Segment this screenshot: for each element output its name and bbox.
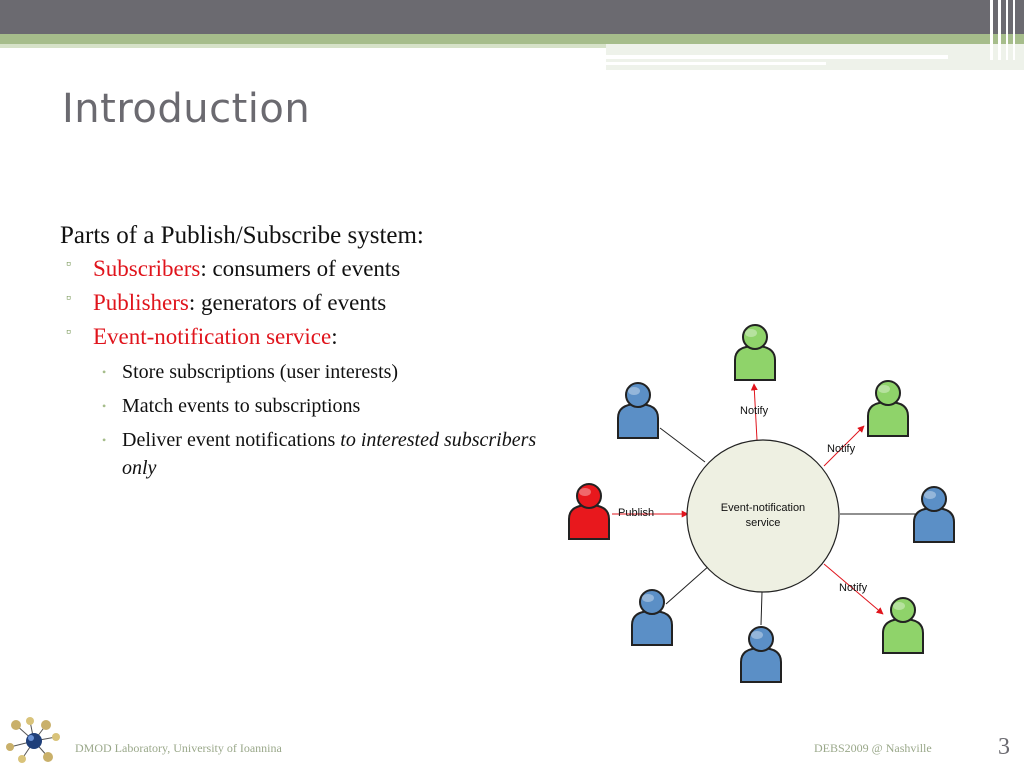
notify-label: Notify — [827, 443, 856, 455]
service-label-line2: service — [746, 517, 781, 529]
footer-event: DEBS2009 @ Nashville — [814, 741, 932, 755]
bullet-subscribers: Subscribers: consumers of events — [66, 256, 540, 282]
slide-body: Parts of a Publish/Subscribe system: Sub… — [60, 222, 540, 488]
bullet-term: Subscribers — [93, 256, 201, 281]
bullet-term: Publishers — [93, 290, 189, 315]
slide-title: Introduction — [62, 86, 311, 132]
notified-subscriber-icon — [734, 324, 776, 381]
header-decoration-bar — [998, 0, 1001, 60]
dmod-logo-icon — [6, 717, 60, 763]
sub-bullet-text: Deliver event notifications — [122, 429, 341, 451]
notify-label: Notify — [740, 405, 769, 417]
header-bar — [0, 0, 1024, 34]
bullet-publishers: Publishers: generators of events — [66, 290, 540, 316]
footer-lab: DMOD Laboratory, University of Ioannina — [75, 741, 282, 755]
subscriber-icon — [740, 626, 782, 683]
bullet-text: : — [331, 324, 338, 349]
subscriber-icon — [617, 382, 659, 439]
event-service-node — [686, 439, 840, 593]
header-decoration-bar — [1006, 0, 1008, 60]
notified-subscriber-icon — [867, 380, 909, 437]
link-line — [665, 564, 711, 605]
publish-label: Publish — [618, 507, 654, 519]
bullet-term: Event-notification service — [93, 324, 332, 349]
service-label-line1: Event-notification — [721, 502, 805, 514]
sub-bullet-store: Store subscriptions (user interests) — [102, 358, 540, 386]
sub-bullet-deliver: Deliver event notifications to intereste… — [102, 426, 540, 482]
notified-subscriber-icon — [882, 597, 924, 654]
link-line — [659, 427, 706, 463]
header-decoration-bar — [990, 0, 993, 60]
lead-text: Parts of a Publish/Subscribe system: — [60, 222, 424, 249]
header-decoration-bar — [1013, 0, 1015, 60]
sub-bullet-match: Match events to subscriptions — [102, 392, 540, 420]
notify-label: Notify — [839, 582, 868, 594]
header-decoration-line — [606, 62, 826, 65]
subscriber-icon — [631, 589, 673, 646]
link-line — [760, 591, 763, 626]
page-number: 3 — [998, 734, 1010, 760]
header-stripe — [0, 34, 1024, 44]
header-decoration-line — [606, 55, 948, 59]
bullet-text: : generators of events — [188, 290, 387, 315]
publisher-icon — [568, 483, 610, 540]
bullet-text: : consumers of events — [200, 256, 401, 281]
pubsub-diagram: Event-notification service Notify Notify… — [568, 324, 955, 683]
subscriber-icon — [913, 486, 955, 543]
bullet-event-service: Event-notification service: — [66, 324, 540, 350]
header-thin-stripe — [0, 44, 606, 48]
